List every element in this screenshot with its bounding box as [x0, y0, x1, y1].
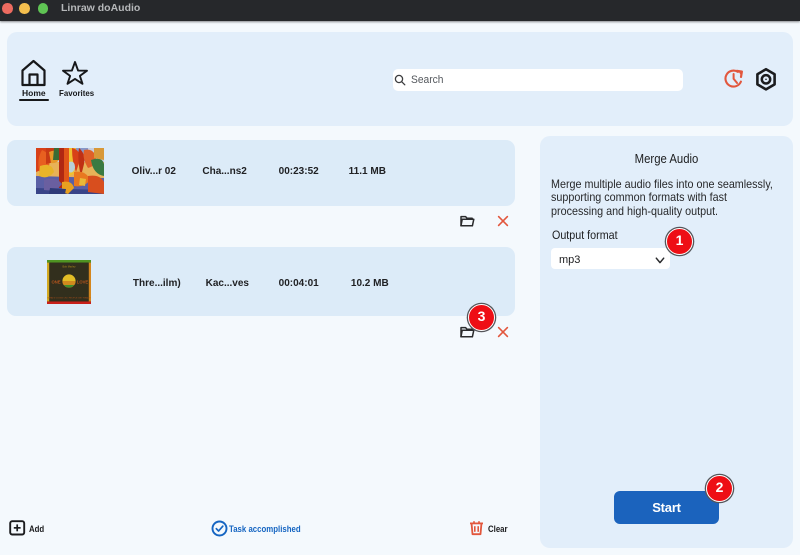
svg-text:LOVE: LOVE — [77, 280, 89, 285]
svg-text:Bob Marley: Bob Marley — [62, 265, 76, 269]
svg-text:ONE: ONE — [51, 280, 60, 285]
svg-text:WHATS GOING ON / PEOPLE GET RE: WHATS GOING ON / PEOPLE GET READY — [47, 297, 91, 300]
